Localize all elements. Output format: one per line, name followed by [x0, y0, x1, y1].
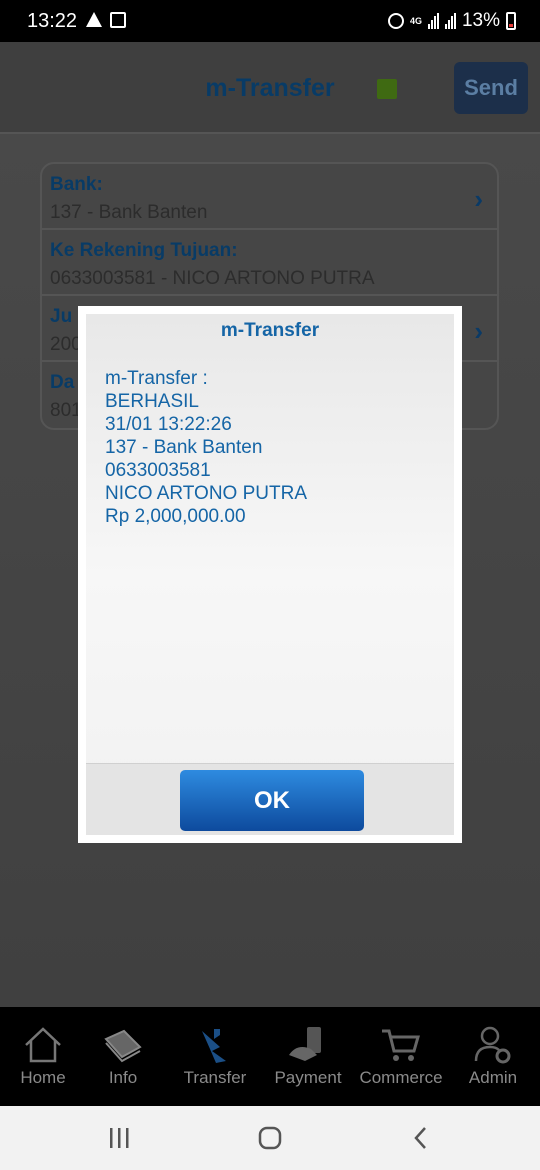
chevron-right-icon: ›	[474, 184, 483, 214]
bottom-nav: Home Info Transfer Payment Commerce Admi…	[0, 1007, 540, 1106]
send-button[interactable]: Send	[454, 62, 528, 114]
form-label: Bank:	[50, 174, 103, 195]
nav-label: Admin	[468, 1068, 518, 1087]
transfer-icon	[202, 1029, 226, 1063]
nav-item-transfer[interactable]: Transfer	[169, 1007, 261, 1106]
nav-label: Payment	[274, 1068, 342, 1087]
dialog-line: Rp 2,000,000.00	[105, 506, 246, 527]
form-value: 0633003581 - NICO ARTONO PUTRA	[50, 268, 375, 289]
home-icon	[25, 1027, 61, 1063]
nav-item-payment[interactable]: Payment	[262, 1007, 354, 1106]
dialog-line: NICO ARTONO PUTRA	[105, 483, 307, 504]
battery-icon	[506, 12, 516, 30]
nav-item-admin[interactable]: Admin	[447, 1007, 539, 1106]
nav-item-info[interactable]: Info	[77, 1007, 169, 1106]
form-value: 137 - Bank Banten	[50, 202, 208, 223]
dialog-footer: OK	[86, 763, 454, 835]
admin-icon	[474, 1026, 511, 1064]
book-icon	[104, 1029, 142, 1063]
form-label: Ke Rekening Tujuan:	[50, 240, 238, 261]
dialog-line: 31/01 13:22:26	[105, 414, 232, 435]
network-type: 4G	[409, 15, 422, 26]
warning-icon	[86, 12, 102, 27]
wifi-icon	[110, 12, 126, 28]
dialog-line: m-Transfer :	[105, 368, 208, 389]
payment-icon	[289, 1027, 321, 1061]
cart-icon	[382, 1029, 420, 1061]
dialog-message: m-Transfer : BERHASIL 31/01 13:22:26 137…	[105, 367, 307, 528]
alarm-icon	[387, 13, 404, 29]
dialog-line: 0633003581	[105, 460, 211, 481]
form-row-bank[interactable]: Bank: 137 - Bank Banten ›	[42, 164, 497, 230]
nav-item-home[interactable]: Home	[0, 1007, 89, 1106]
back-icon[interactable]	[406, 1124, 436, 1152]
battery-percent: 13%	[461, 10, 500, 31]
recent-apps-icon[interactable]	[104, 1124, 134, 1152]
nav-label: Info	[108, 1068, 138, 1087]
status-time: 13:22	[27, 10, 78, 32]
nav-label: Transfer	[183, 1068, 247, 1087]
dialog-line: 137 - Bank Banten	[105, 437, 263, 458]
status-bar: 13:22 4G 13%	[0, 0, 540, 42]
ok-button[interactable]: OK	[180, 770, 364, 831]
system-nav-bar	[0, 1106, 540, 1170]
nav-item-commerce[interactable]: Commerce	[355, 1007, 447, 1106]
app-header: m-Transfer Send	[0, 42, 540, 134]
home-button-icon[interactable]	[255, 1124, 285, 1152]
form-row-account[interactable]: Ke Rekening Tujuan: 0633003581 - NICO AR…	[42, 230, 497, 296]
connection-status-indicator	[377, 79, 397, 99]
result-dialog: m-Transfer m-Transfer : BERHASIL 31/01 1…	[78, 306, 462, 843]
nav-label: Commerce	[359, 1068, 443, 1087]
nav-label: Home	[20, 1068, 66, 1087]
signal-icon	[427, 13, 439, 29]
chevron-right-icon: ›	[474, 316, 483, 346]
dialog-title: m-Transfer	[220, 320, 320, 341]
signal-icon	[444, 13, 456, 29]
dialog-line: BERHASIL	[105, 391, 199, 412]
